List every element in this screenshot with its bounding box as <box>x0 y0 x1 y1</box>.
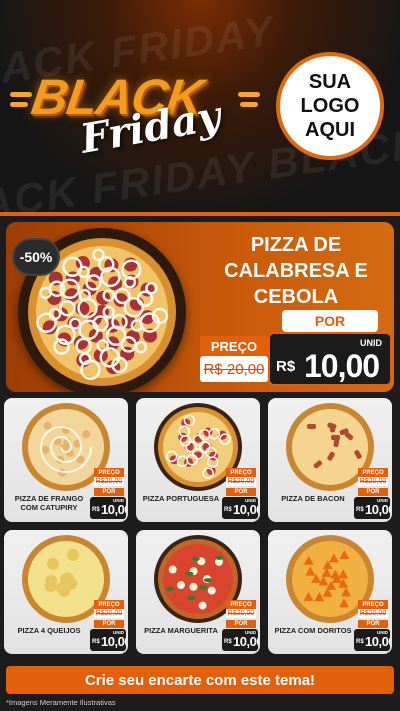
logo-decoration <box>240 102 258 107</box>
currency-label: R$ <box>356 639 364 645</box>
new-price: 10,00 <box>101 502 126 517</box>
por-label: POR <box>282 310 378 332</box>
product-card[interactable]: PIZZA DE FRANGO COM CATUPIRY PREÇO R$20,00… <box>4 398 128 522</box>
new-price: 10,00 <box>233 634 258 649</box>
old-price: R$20,00 <box>226 477 256 486</box>
new-price-box: UNIDR$10,00 <box>222 629 258 651</box>
logo-decoration <box>238 92 260 97</box>
new-price: 10,00 <box>304 348 380 384</box>
product-card[interactable]: PIZZA PORTUGUESA PREÇO R$20,00 POR UNID R$ 10,… <box>136 398 260 522</box>
product-name: PIZZA PORTUGUESA <box>142 494 220 503</box>
logo-decoration <box>10 102 28 107</box>
new-price-box: UNIDR$10,00 <box>354 497 390 519</box>
new-price: 10,00 <box>101 634 126 649</box>
featured-title: PIZZA DE CALABRESA E CEBOLA <box>224 234 368 308</box>
new-price-box: UNIDR$10,00 <box>222 497 258 519</box>
old-price: R$20,00 <box>226 609 256 618</box>
old-price: R$20,00 <box>358 477 388 486</box>
preco-label: PREÇO <box>226 600 256 609</box>
logo-placeholder-line: LOGO <box>300 95 360 117</box>
currency-label: R$ <box>224 507 232 513</box>
product-card[interactable]: PIZZA COM DORITOS PREÇO R$20,00 POR UNID R$ 10… <box>268 530 392 654</box>
new-price-box: UNIDR$10,00 <box>354 629 390 651</box>
new-price-box: UNIDR$10,00 <box>90 629 126 651</box>
product-name: PIZZA COM DORITOS <box>274 626 352 635</box>
preco-label: PREÇO <box>358 468 388 477</box>
preco-label: PREÇO <box>94 468 124 477</box>
discount-badge: -50% <box>12 238 60 276</box>
old-price: R$20,00 <box>94 477 124 486</box>
por-label: POR <box>226 488 256 496</box>
logo-placeholder-line: AQUI <box>305 119 355 141</box>
currency-label: R$ <box>92 507 100 513</box>
logo-placeholder[interactable]: SUA LOGO AQUI <box>276 52 384 160</box>
currency-label: R$ <box>224 639 232 645</box>
currency-label: R$ <box>276 358 296 375</box>
preco-label: PREÇO <box>94 600 124 609</box>
product-name: PIZZA 4 QUEIJOS <box>17 626 81 635</box>
logo-decoration <box>10 92 32 97</box>
por-label: POR <box>226 620 256 628</box>
currency-label: R$ <box>356 507 364 513</box>
logo-placeholder-line: SUA <box>308 71 352 93</box>
product-card[interactable]: PIZZA 4 QUEIJOS PREÇO R$20,00 POR UNID R$ 10,0… <box>4 530 128 654</box>
disclaimer-text: *Imagens Meramente Ilustrativas <box>6 698 116 707</box>
new-price-box: UNIDR$10,00 <box>90 497 126 519</box>
product-name: PIZZA DE FRANGO COM CATUPIRY <box>14 494 84 512</box>
preco-label: PREÇO <box>226 468 256 477</box>
por-label: POR <box>358 488 388 496</box>
currency-label: R$ <box>92 639 100 645</box>
product-name: PIZZA MARGUERITA <box>144 626 218 635</box>
preco-label: PREÇO <box>358 600 388 609</box>
unid-label: UNID <box>360 338 382 348</box>
preco-label: PREÇO <box>200 336 268 356</box>
old-price: R$20,00 <box>94 609 124 618</box>
header-banner: BLACK FRIDAY ACK FRIDAY BLACK BLACK Frid… <box>0 0 400 212</box>
old-price: R$20,00 <box>358 609 388 618</box>
por-label: POR <box>358 620 388 628</box>
new-price: 10,00 <box>365 502 390 517</box>
product-card[interactable]: PIZZA MARGUERITA PREÇO R$20,00 POR UNID R$ 10,… <box>136 530 260 654</box>
por-label: POR <box>94 620 124 628</box>
cta-banner[interactable]: Crie seu encarte com este tema! <box>6 666 394 694</box>
new-price-box: UNID R$ 10,00 <box>268 332 392 386</box>
por-label: POR <box>94 488 124 496</box>
old-price: R$ 20,00 <box>200 356 268 382</box>
new-price: 10,00 <box>365 634 390 649</box>
product-name: PIZZA DE BACON <box>281 494 345 503</box>
product-card[interactable]: PIZZA DE BACON PREÇOR$20,00 PORUNIDR$10,00 <box>268 398 392 522</box>
header-divider <box>0 212 400 216</box>
new-price: 10,00 <box>233 502 258 517</box>
